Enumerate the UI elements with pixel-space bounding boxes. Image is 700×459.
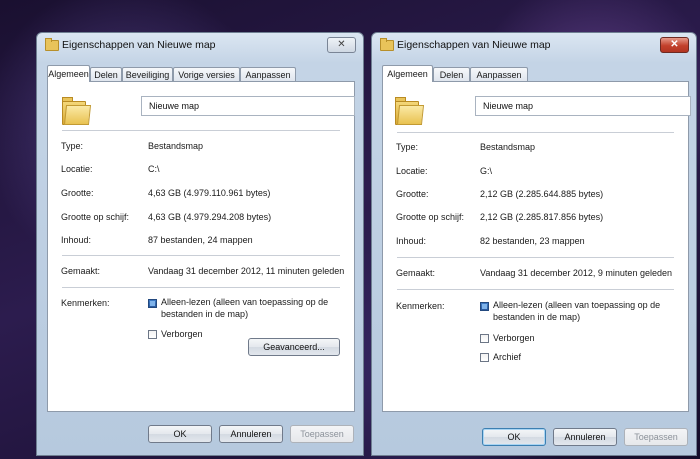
attributes-label: Kenmerken: — [396, 301, 445, 311]
archive-label: Archief — [493, 352, 522, 362]
created-label: Gemaakt: — [61, 266, 101, 276]
contents-label: Inhoud: — [396, 236, 427, 246]
readonly-checkbox[interactable] — [480, 302, 489, 311]
ok-button[interactable]: OK — [148, 425, 212, 443]
tab-beveiliging[interactable]: Beveiliging — [122, 67, 173, 81]
divider — [62, 287, 340, 288]
hidden-checkbox[interactable] — [480, 334, 489, 343]
hidden-checkbox[interactable] — [148, 330, 157, 339]
contents-value: 87 bestanden, 24 mappen — [148, 235, 253, 245]
properties-window-c: Eigenschappen van Nieuwe map ✕ Algemeen … — [36, 32, 364, 456]
folder-name-input[interactable]: Nieuwe map — [141, 96, 355, 116]
folder-icon — [380, 38, 394, 51]
window-title: Eigenschappen van Nieuwe map — [397, 39, 551, 51]
ok-button[interactable]: OK — [482, 428, 546, 446]
readonly-label: Alleen-lezen (alleen van toepassing op d… — [161, 297, 329, 307]
tab-delen[interactable]: Delen — [90, 67, 122, 81]
apply-button[interactable]: Toepassen — [624, 428, 688, 446]
properties-window-g: Eigenschappen van Nieuwe map ✕ Algemeen … — [371, 32, 697, 456]
location-label: Locatie: — [396, 166, 428, 176]
location-value: C:\ — [148, 164, 160, 174]
tab-vorige-versies[interactable]: Vorige versies — [173, 67, 240, 81]
folder-icon — [395, 97, 425, 125]
created-label: Gemaakt: — [396, 268, 436, 278]
size-on-disk-label: Grootte op schijf: — [396, 212, 465, 222]
created-value: Vandaag 31 december 2012, 11 minuten gel… — [148, 266, 345, 276]
title-bar[interactable]: Eigenschappen van Nieuwe map ✕ — [37, 33, 363, 59]
tab-aanpassen[interactable]: Aanpassen — [240, 67, 296, 81]
contents-value: 82 bestanden, 23 mappen — [480, 236, 585, 246]
size-value: 2,12 GB (2.285.644.885 bytes) — [480, 189, 604, 199]
location-label: Locatie: — [61, 164, 93, 174]
divider — [397, 289, 674, 290]
location-value: G:\ — [480, 166, 493, 176]
type-value: Bestandsmap — [480, 142, 536, 152]
divider — [62, 130, 340, 131]
archive-checkbox[interactable] — [480, 353, 489, 362]
hidden-label: Verborgen — [493, 333, 535, 343]
created-value: Vandaag 31 december 2012, 9 minuten gele… — [480, 268, 672, 278]
attributes-label: Kenmerken: — [61, 298, 110, 308]
window-title: Eigenschappen van Nieuwe map — [62, 39, 216, 51]
readonly-checkbox[interactable] — [148, 299, 157, 308]
type-label: Type: — [61, 141, 84, 151]
size-label: Grootte: — [396, 189, 429, 199]
cancel-button[interactable]: Annuleren — [553, 428, 617, 446]
general-panel: Nieuwe map Type: Bestandsmap Locatie: C:… — [47, 81, 355, 412]
hidden-label: Verborgen — [161, 329, 203, 339]
cancel-button[interactable]: Annuleren — [219, 425, 283, 443]
folder-icon — [45, 38, 59, 51]
divider — [397, 257, 674, 258]
folder-icon — [62, 97, 92, 125]
readonly-label-line2: bestanden in de map) — [493, 312, 581, 322]
readonly-label-line2: bestanden in de map) — [161, 309, 249, 319]
close-button[interactable]: ✕ — [327, 37, 356, 53]
apply-button[interactable]: Toepassen — [290, 425, 354, 443]
title-bar[interactable]: Eigenschappen van Nieuwe map ✕ — [372, 33, 696, 59]
divider — [62, 255, 340, 256]
tab-algemeen[interactable]: Algemeen — [382, 65, 433, 82]
close-button[interactable]: ✕ — [660, 37, 689, 53]
size-on-disk-value: 2,12 GB (2.285.817.856 bytes) — [480, 212, 604, 222]
type-value: Bestandsmap — [148, 141, 204, 151]
folder-name-input[interactable]: Nieuwe map — [475, 96, 691, 116]
tab-aanpassen[interactable]: Aanpassen — [470, 67, 528, 81]
advanced-button[interactable]: Geavanceerd... — [248, 338, 340, 356]
divider — [397, 132, 674, 133]
size-label: Grootte: — [61, 188, 94, 198]
size-value: 4,63 GB (4.979.110.961 bytes) — [148, 188, 271, 198]
contents-label: Inhoud: — [61, 235, 92, 245]
tab-algemeen[interactable]: Algemeen — [47, 65, 90, 82]
size-on-disk-value: 4,63 GB (4.979.294.208 bytes) — [148, 212, 272, 222]
size-on-disk-label: Grootte op schijf: — [61, 212, 130, 222]
general-panel: Nieuwe map Type: Bestandsmap Locatie: G:… — [382, 81, 691, 412]
readonly-label: Alleen-lezen (alleen van toepassing op d… — [493, 300, 661, 310]
type-label: Type: — [396, 142, 419, 152]
tab-delen[interactable]: Delen — [433, 67, 470, 81]
